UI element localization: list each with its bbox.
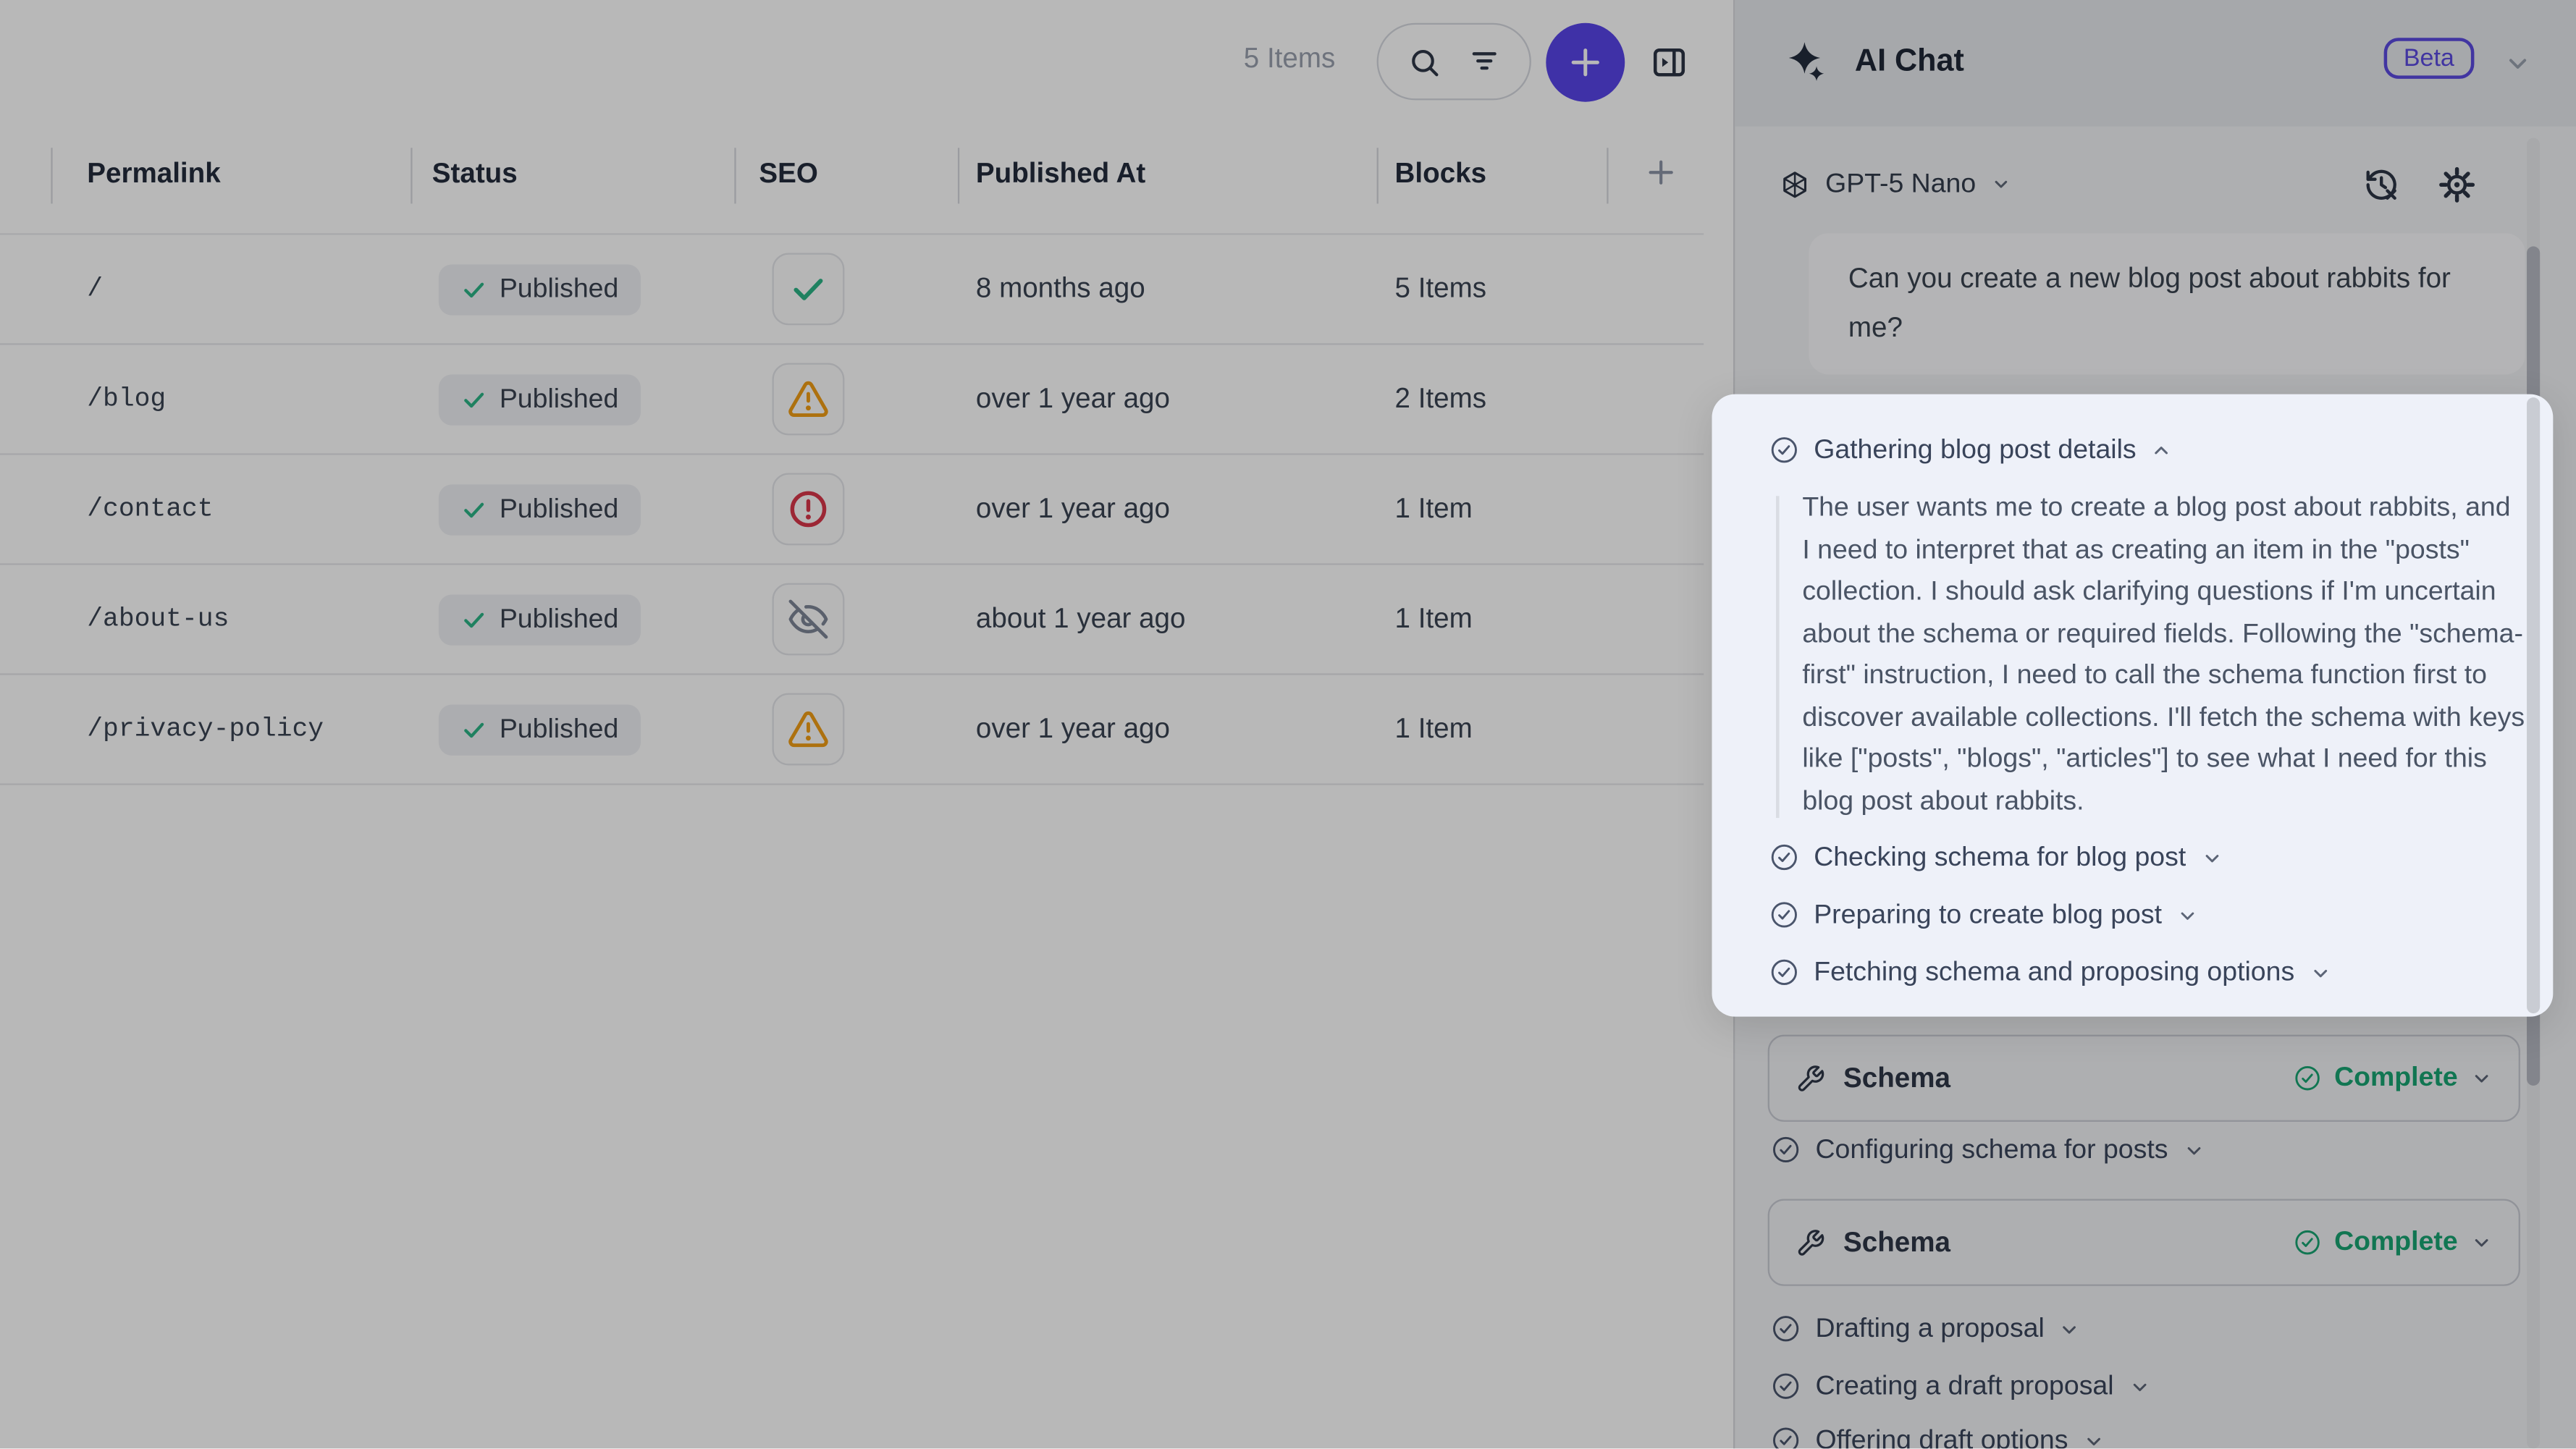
- thinking-step-label: Checking schema for blog post: [1814, 842, 2186, 873]
- reasoning-quote-bar: [1776, 496, 1780, 818]
- chevron-down-icon: [2176, 904, 2197, 925]
- check-circle-icon: [1769, 900, 1799, 930]
- chevron-up-icon: [2151, 439, 2172, 460]
- thinking-step[interactable]: Fetching schema and proposing options: [1769, 951, 2331, 994]
- chevron-down-icon: [2310, 962, 2331, 983]
- reasoning-text: The user wants me to create a blog post …: [1802, 488, 2525, 823]
- chevron-down-icon: [2201, 847, 2222, 868]
- check-circle-icon: [1769, 958, 1799, 987]
- thinking-step-label: Gathering blog post details: [1814, 434, 2136, 465]
- check-circle-icon: [1769, 842, 1799, 872]
- thinking-spotlight-card: Gathering blog post details The user wan…: [1712, 394, 2554, 1017]
- thinking-step-label: Fetching schema and proposing options: [1814, 957, 2294, 988]
- thinking-step-expanded[interactable]: Gathering blog post details: [1769, 428, 2173, 471]
- thinking-step[interactable]: Checking schema for blog post: [1769, 836, 2222, 879]
- thinking-step[interactable]: Preparing to create blog post: [1769, 893, 2198, 936]
- check-circle-icon: [1769, 435, 1799, 465]
- spotlight-scrollbar-thumb[interactable]: [2527, 397, 2540, 1013]
- app-window: 5 Items: [0, 0, 2576, 1448]
- thinking-step-label: Preparing to create blog post: [1814, 899, 2162, 930]
